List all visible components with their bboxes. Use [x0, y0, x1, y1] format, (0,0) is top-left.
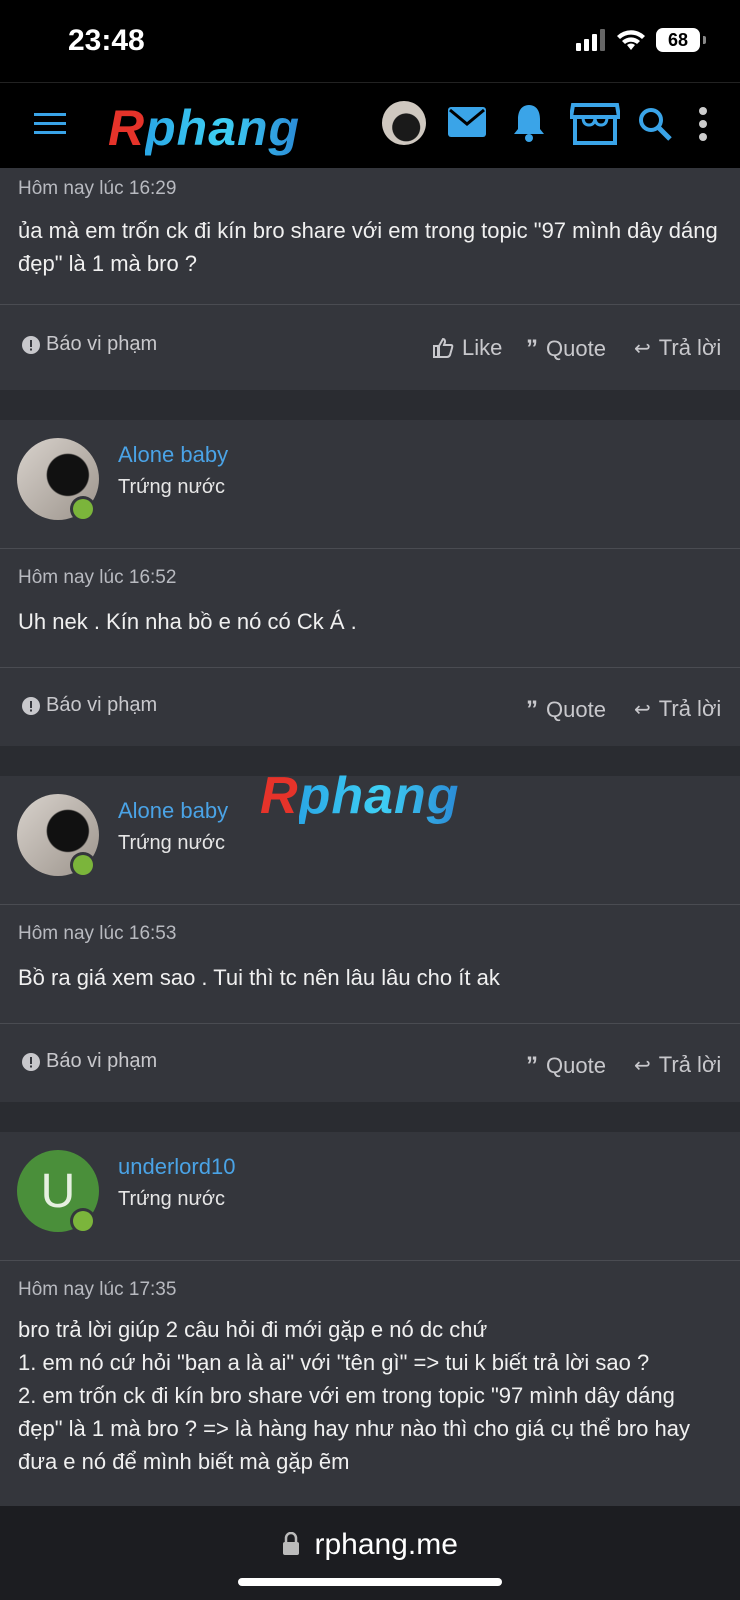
online-status-icon: [70, 496, 96, 522]
browser-address-bar[interactable]: rphang.me: [0, 1506, 740, 1600]
post-card: Hôm nay lúc 16:29 ủa mà em trốn ck đi kí…: [0, 168, 740, 390]
username-link[interactable]: underlord10: [118, 1154, 235, 1180]
report-label: Báo vi phạm: [46, 694, 158, 716]
post-line: bro trả lời giúp 2 câu hỏi đi mới gặp e …: [18, 1317, 488, 1342]
post-line: 2. em trốn ck đi kín bro share với em tr…: [18, 1383, 690, 1474]
reply-button[interactable]: ↩ Trả lời: [634, 696, 721, 722]
bell-icon[interactable]: [512, 103, 546, 143]
user-title: Trứng nước: [118, 1188, 225, 1210]
search-icon[interactable]: [638, 107, 672, 141]
menu-icon[interactable]: [34, 109, 68, 139]
reply-label: Trả lời: [658, 1052, 722, 1077]
site-logo[interactable]: Rphang: [108, 99, 300, 157]
post-card: U underlord10 Trứng nước Hôm nay lúc 17:…: [0, 1132, 740, 1506]
quote-button[interactable]: ” Quote: [526, 335, 606, 363]
report-button[interactable]: Báo vi phạm: [22, 333, 157, 356]
quote-button[interactable]: ” Quote: [526, 1052, 606, 1080]
post-line: 1. em nó cứ hỏi "bạn a là ai" với "tên g…: [18, 1350, 650, 1375]
post-date: Hôm nay lúc 16:52: [18, 567, 177, 588]
report-button[interactable]: Báo vi phạm: [22, 1050, 157, 1073]
quote-button[interactable]: ” Quote: [526, 696, 606, 724]
quote-icon: ”: [526, 696, 538, 723]
post-author: U underlord10 Trứng nước: [0, 1132, 740, 1261]
thumbs-up-icon: [433, 337, 454, 358]
battery-icon: 68: [656, 28, 706, 52]
logo-r: R: [108, 100, 146, 156]
lock-icon: [283, 1531, 300, 1555]
more-menu-icon[interactable]: [698, 107, 708, 141]
home-indicator[interactable]: [238, 1578, 502, 1586]
logo-text: phang: [145, 100, 301, 156]
url-text: rphang.me: [314, 1528, 458, 1561]
battery-level: 68: [667, 29, 689, 50]
reply-icon: ↩: [634, 1054, 651, 1077]
reply-icon: ↩: [634, 698, 651, 721]
clock: 23:48: [68, 24, 145, 57]
status-icons: 68: [576, 28, 706, 52]
report-label: Báo vi phạm: [46, 1050, 158, 1072]
online-status-icon: [70, 1208, 96, 1234]
status-bar: 23:48 68: [0, 0, 740, 82]
alert-icon: [22, 335, 40, 354]
username-link[interactable]: Alone baby: [118, 442, 228, 468]
like-button[interactable]: Like: [432, 335, 502, 361]
signal-icon: [576, 29, 605, 51]
post-date: Hôm nay lúc 17:35: [18, 1279, 177, 1300]
reply-label: Trả lời: [658, 696, 722, 721]
post-body: ủa mà em trốn ck đi kín bro share với em…: [18, 218, 718, 276]
post-actions: Báo vi phạm ” Quote ↩ Trả lời: [0, 667, 740, 748]
alert-icon: [22, 1052, 40, 1071]
post-body: bro trả lời giúp 2 câu hỏi đi mới gặp e …: [18, 1313, 722, 1478]
post-body: Bồ ra giá xem sao . Tui thì tc nên lâu l…: [18, 965, 500, 990]
quote-label: Quote: [546, 1053, 606, 1078]
inbox-icon[interactable]: [448, 107, 486, 137]
post-actions: Báo vi phạm Like ” Quote ↩ Trả lời: [0, 304, 740, 385]
user-title: Trứng nước: [118, 832, 225, 854]
post-date: Hôm nay lúc 16:29: [18, 178, 177, 199]
post-card: Alone baby Trứng nước Hôm nay lúc 16:52 …: [0, 420, 740, 746]
quote-icon: ”: [526, 335, 538, 362]
url-display[interactable]: rphang.me: [0, 1528, 740, 1562]
reply-button[interactable]: ↩ Trả lời: [634, 335, 721, 361]
like-label: Like: [462, 335, 503, 360]
reply-icon: ↩: [634, 337, 651, 360]
post-actions: Báo vi phạm ” Quote ↩ Trả lời: [0, 1023, 740, 1104]
user-avatar[interactable]: [382, 101, 426, 145]
wifi-icon: [617, 30, 645, 50]
watermark-text: phang: [298, 767, 460, 825]
post-author: Alone baby Trứng nước: [0, 420, 740, 549]
alert-icon: [22, 696, 40, 715]
post-body: Uh nek . Kín nha bồ e nó có Ck Á .: [18, 609, 357, 634]
top-navbar: Rphang: [0, 82, 740, 169]
reply-button[interactable]: ↩ Trả lời: [634, 1052, 721, 1078]
reply-label: Trả lời: [658, 335, 722, 360]
watermark-r: R: [260, 767, 299, 825]
quote-label: Quote: [546, 697, 606, 722]
quote-label: Quote: [546, 336, 606, 361]
online-status-icon: [70, 852, 96, 878]
quote-icon: ”: [526, 1052, 538, 1079]
report-label: Báo vi phạm: [46, 333, 158, 355]
user-title: Trứng nước: [118, 476, 225, 498]
username-link[interactable]: Alone baby: [118, 798, 228, 824]
watermark-logo: Rphang: [260, 766, 460, 826]
post-date: Hôm nay lúc 16:53: [18, 923, 177, 944]
avatar-letter: U: [40, 1164, 76, 1218]
store-icon[interactable]: [570, 103, 620, 145]
report-button[interactable]: Báo vi phạm: [22, 694, 157, 717]
